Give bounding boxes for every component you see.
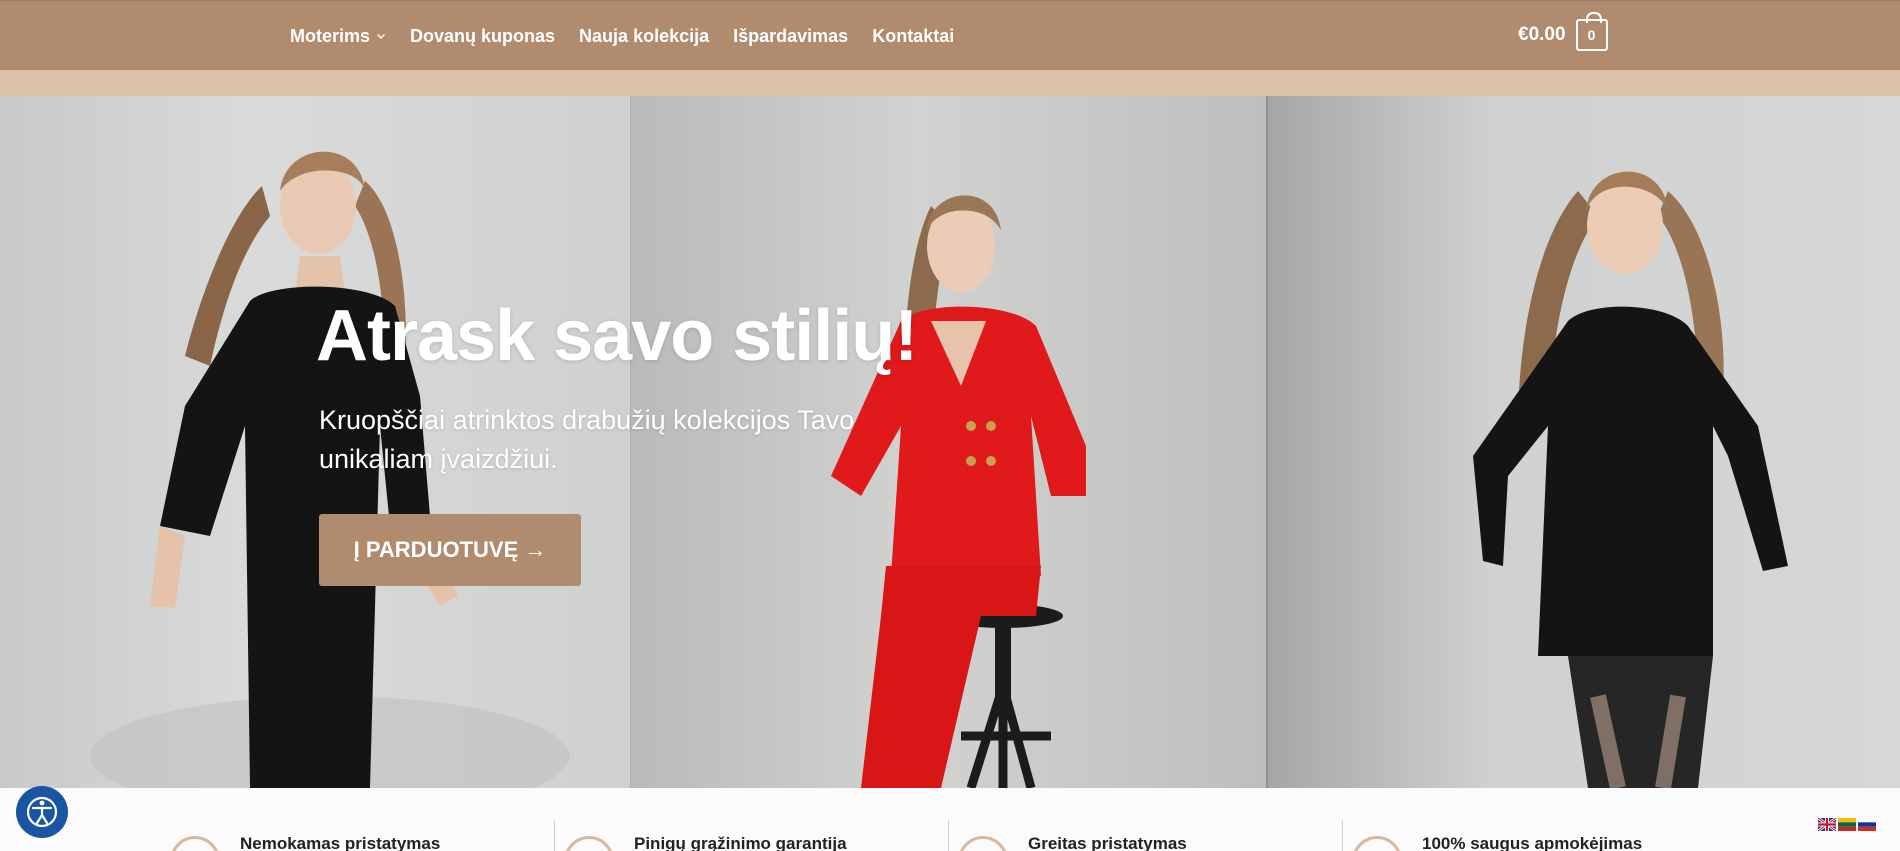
nav-item-label: Moterims [290, 25, 371, 46]
hero-banner: Atrask savo stilių! Kruopščiai atrinktos… [0, 96, 1900, 788]
hero-text-block: Atrask savo stilių! Kruopščiai atrinktos… [316, 296, 918, 479]
header-sub-bar [0, 70, 1900, 96]
feature-divider [948, 820, 949, 851]
nav-item-kontaktai[interactable]: Kontaktai [872, 26, 954, 47]
site-header: Moterims Dovanų kuponas Nauja kolekcija … [0, 0, 1900, 70]
cart-count: 0 [1587, 27, 1596, 43]
hero-subtitle: Kruopščiai atrinktos drabužių kolekcijos… [319, 405, 855, 474]
cart-button[interactable]: €0.00 0 [1518, 12, 1608, 51]
ru-flag-icon[interactable] [1858, 818, 1876, 831]
feature-label: 100% saugus apmokėjimas [1422, 834, 1643, 851]
secure-payment-icon [1352, 836, 1402, 851]
nav-item-label: Dovanų kuponas [410, 25, 556, 46]
hero-title: Atrask savo stilių! [316, 296, 918, 376]
nav-item-nauja-kolekcija[interactable]: Nauja kolekcija [579, 26, 709, 47]
shop-cta-button[interactable]: Į PARDUOTUVĘ → [319, 514, 581, 586]
nav-item-label: Nauja kolekcija [579, 25, 710, 46]
lt-flag-icon[interactable] [1838, 818, 1856, 831]
chevron-down-icon [377, 34, 386, 39]
nav-item-label: Kontaktai [872, 25, 955, 46]
nav-item-moterims[interactable]: Moterims [290, 26, 386, 47]
features-strip: Nemokamas pristatymas Pinigų grąžinimo g… [0, 788, 1900, 851]
language-switcher [1818, 818, 1876, 831]
feature-label: Nemokamas pristatymas [240, 834, 441, 851]
feature-divider [1342, 820, 1343, 851]
shopping-bag-icon: 0 [1575, 12, 1608, 51]
fast-delivery-icon [958, 836, 1008, 851]
feature-divider [554, 820, 555, 851]
shop-cta-label: Į PARDUOTUVĘ → [353, 537, 547, 562]
feature-label: Pinigų grąžinimo garantija [634, 834, 847, 851]
hero-photo-black-mini-dress [1266, 96, 1900, 788]
free-shipping-icon [170, 836, 220, 851]
main-nav: Moterims Dovanų kuponas Nauja kolekcija … [290, 1, 954, 71]
nav-item-ispardavimas[interactable]: Išpardavimas [733, 26, 848, 47]
nav-item-dovanu-kuponas[interactable]: Dovanų kuponas [410, 26, 555, 47]
cart-total: €0.00 [1518, 24, 1566, 45]
model-black-mini-dress-figure [1473, 171, 1788, 788]
en-flag-icon[interactable] [1818, 818, 1836, 831]
accessibility-icon [26, 796, 58, 828]
feature-label: Greitas pristatymas [1028, 834, 1187, 851]
money-back-icon [564, 836, 614, 851]
accessibility-button[interactable] [16, 786, 68, 838]
nav-item-label: Išpardavimas [733, 25, 849, 46]
